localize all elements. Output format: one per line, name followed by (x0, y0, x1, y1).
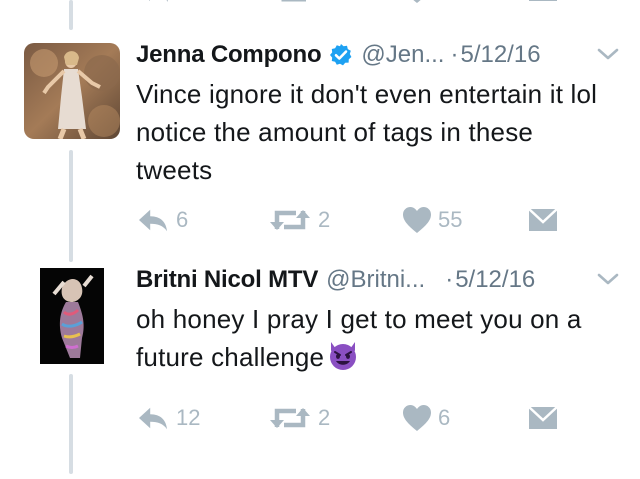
reply-count: 12 (176, 405, 201, 430)
like-count: 6 (438, 405, 451, 430)
like-icon (403, 207, 431, 233)
retweet-count: 2 (318, 405, 331, 430)
verified-badge-icon (330, 44, 352, 66)
chevron-down-icon[interactable] (596, 269, 620, 289)
tweet-text-container: oh honey I pray I get to meet you on a f… (136, 300, 616, 376)
tweet-header: Britni Nicol MTV @Britni... · 5/12/16 (136, 265, 620, 295)
direct-message-button[interactable] (528, 202, 558, 238)
retweet-count: 2 (318, 207, 331, 232)
tweet-header: Jenna Compono @Jen... · 5/12/16 (136, 40, 620, 70)
tweet-actions: 12 2 6 (136, 400, 576, 436)
timestamp[interactable]: 5/12/16 (455, 266, 535, 294)
chevron-down-icon[interactable] (596, 44, 620, 64)
tweet-jenna[interactable]: Jenna Compono @Jen... · 5/12/16 Vince ig… (0, 0, 640, 250)
like-count: 55 (438, 207, 463, 232)
avatar-photo (40, 268, 104, 364)
direct-message-icon (528, 406, 558, 429)
handle[interactable]: @Jen... (361, 41, 444, 69)
tweet-actions: 6 2 55 (136, 202, 576, 238)
tweet-britni[interactable]: Britni Nicol MTV @Britni... · 5/12/16 oh… (0, 250, 640, 479)
display-name[interactable]: Jenna Compono (136, 41, 322, 69)
reply-count: 6 (176, 207, 189, 232)
avatar-photo (24, 43, 120, 139)
tweet-text: Vince ignore it don't even entertain it … (136, 79, 598, 185)
smiling-imp-emoji (330, 342, 357, 370)
like-button[interactable]: 55 (402, 202, 462, 238)
separator-dot: · (450, 41, 459, 68)
reply-icon (139, 407, 167, 430)
reply-button[interactable]: 12 (136, 400, 200, 436)
timestamp[interactable]: 5/12/16 (460, 41, 540, 69)
like-icon (403, 405, 431, 431)
avatar[interactable] (40, 268, 104, 364)
like-button[interactable]: 6 (402, 400, 450, 436)
display-name[interactable]: Britni Nicol MTV (136, 266, 318, 294)
handle[interactable]: @Britni... (326, 266, 425, 294)
retweet-button[interactable]: 2 (268, 400, 330, 436)
avatar[interactable] (24, 43, 120, 139)
separator-dot: · (445, 266, 454, 293)
reply-button[interactable]: 6 (136, 202, 188, 238)
direct-message-button[interactable] (528, 400, 558, 436)
retweet-icon (270, 210, 310, 230)
retweet-button[interactable]: 2 (268, 202, 330, 238)
reply-icon (139, 209, 167, 232)
direct-message-icon (528, 208, 558, 231)
retweet-icon (270, 408, 310, 428)
